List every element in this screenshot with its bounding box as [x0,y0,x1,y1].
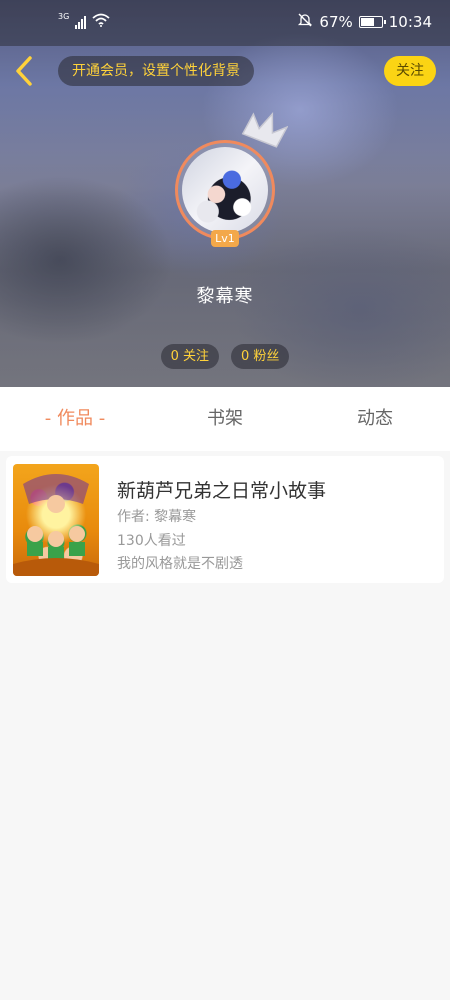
work-cover-image [13,464,99,576]
work-title: 新葫芦兄弟之日常小故事 [117,480,327,502]
status-bar: 3G 67% 10:34 [0,0,450,46]
level-badge: Lv1 [211,230,239,247]
battery-icon [358,16,386,28]
works-list: 新葫芦兄弟之日常小故事 作者: 黎幕寒 130人看过 我的风格就是不剧透 [0,451,450,1000]
avatar-image [182,147,268,233]
profile-tabs: - 作品 - 书架 动态 [0,387,450,451]
following-count[interactable]: 0 关注 [160,344,219,369]
tab-activity[interactable]: 动态 [300,387,450,451]
network-type: 3G [58,12,70,21]
signal-icon [75,15,87,29]
chevron-left-icon [16,56,32,86]
crown-icon [241,112,288,148]
vip-background-banner[interactable]: 开通会员，设置个性化背景 [58,56,254,86]
profile-page: 3G 67% 10:34 开通会员，设置个性化背景 关注 Lv1 黎幕寒 0 关… [0,0,450,1000]
work-card[interactable]: 新葫芦兄弟之日常小故事 作者: 黎幕寒 130人看过 我的风格就是不剧透 [6,456,444,583]
work-views: 130人看过 [117,533,186,549]
fans-count[interactable]: 0 粉丝 [231,344,290,369]
battery-percent: 67% [319,13,353,31]
back-button[interactable] [10,54,40,88]
follow-button[interactable]: 关注 [384,56,436,86]
follow-stats: 0 关注 0 粉丝 [0,344,450,369]
user-nickname: 黎幕寒 [196,286,254,307]
status-time: 10:34 [388,13,432,31]
wifi-icon [92,13,110,31]
mute-bell-icon [297,12,313,32]
tab-works[interactable]: - 作品 - [0,387,150,451]
tab-bookshelf[interactable]: 书架 [150,387,300,451]
work-author: 作者: 黎幕寒 [117,509,197,525]
work-description: 我的风格就是不剧透 [117,556,243,572]
